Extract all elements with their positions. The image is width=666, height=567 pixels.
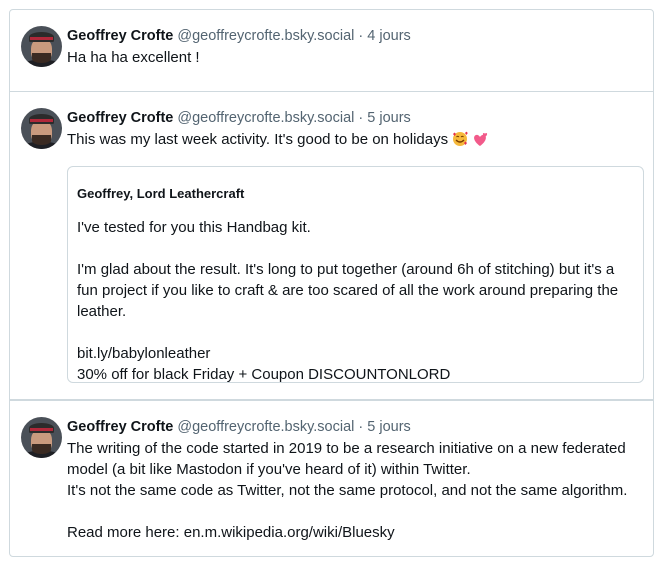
author-handle[interactable]: @geoffreycrofte.bsky.social <box>177 28 354 44</box>
meta-separator: · <box>358 28 364 44</box>
post-time[interactable]: 5 jours <box>367 419 411 435</box>
post-meta: Geoffrey Crofte @geoffreycrofte.bsky.soc… <box>67 109 643 127</box>
avatar[interactable] <box>21 108 62 149</box>
author-handle[interactable]: @geoffreycrofte.bsky.social <box>177 419 354 435</box>
post-card[interactable]: Geoffrey Crofte @geoffreycrofte.bsky.soc… <box>9 400 654 557</box>
post-card[interactable]: Geoffrey Crofte @geoffreycrofte.bsky.soc… <box>9 9 654 92</box>
post-text: The writing of the code started in 2019 … <box>67 440 628 541</box>
meta-separator: · <box>358 419 364 435</box>
post-card[interactable]: Geoffrey Crofte @geoffreycrofte.bsky.soc… <box>9 92 654 400</box>
post-text-container: This was my last week activity. It's goo… <box>67 129 643 153</box>
post-time[interactable]: 4 jours <box>367 28 411 44</box>
author-name[interactable]: Geoffrey Crofte <box>67 28 173 44</box>
post-time[interactable]: 5 jours <box>367 110 411 126</box>
quoted-author[interactable]: Geoffrey, Lord Leathercraft <box>77 185 634 203</box>
avatar[interactable] <box>21 26 62 67</box>
smiling-face-with-hearts-emoji <box>451 131 469 153</box>
post-meta: Geoffrey Crofte @geoffreycrofte.bsky.soc… <box>67 418 643 436</box>
meta-separator: · <box>358 110 364 126</box>
author-name[interactable]: Geoffrey Crofte <box>67 110 173 126</box>
author-handle[interactable]: @geoffreycrofte.bsky.social <box>177 110 354 126</box>
post-text: This was my last week activity. It's goo… <box>67 131 449 148</box>
quoted-post[interactable]: Geoffrey, Lord Leathercraft I've tested … <box>67 166 644 383</box>
two-hearts-emoji <box>472 131 489 153</box>
post-meta: Geoffrey Crofte @geoffreycrofte.bsky.soc… <box>67 27 643 45</box>
post-text: Ha ha ha excellent ! <box>67 49 200 66</box>
author-name[interactable]: Geoffrey Crofte <box>67 419 173 435</box>
avatar[interactable] <box>21 417 62 458</box>
quoted-text: I've tested for you this Handbag kit. I'… <box>77 219 619 383</box>
